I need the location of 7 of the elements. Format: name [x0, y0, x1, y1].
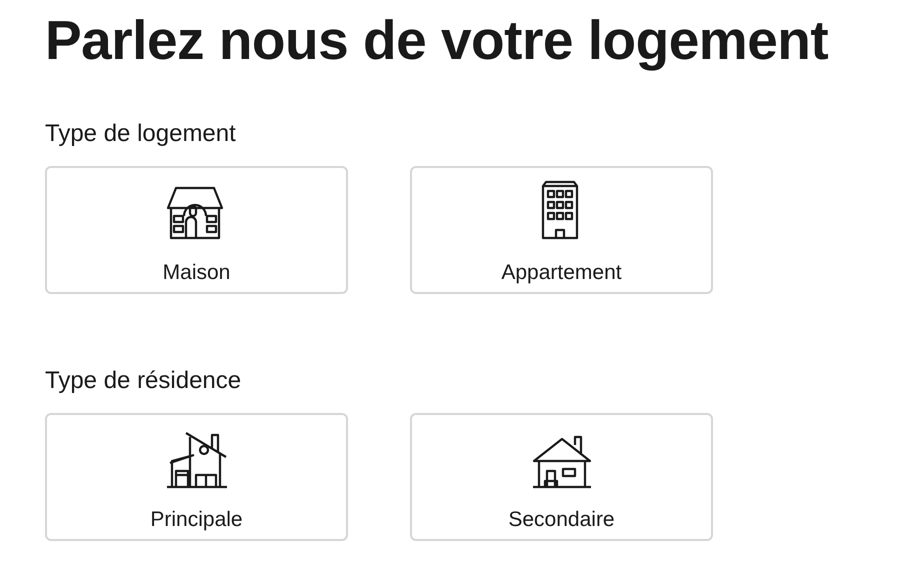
section-label: Type de résidence	[45, 366, 242, 396]
option-card[interactable]: Secondaire	[410, 413, 713, 541]
option-card[interactable]: Appartement	[410, 166, 713, 294]
option-card[interactable]: Maison	[45, 166, 348, 294]
option-card[interactable]: Principale	[45, 413, 348, 541]
page-title: Parlez nous de votre logement	[45, 8, 830, 73]
section-label: Type de logement	[45, 119, 237, 149]
